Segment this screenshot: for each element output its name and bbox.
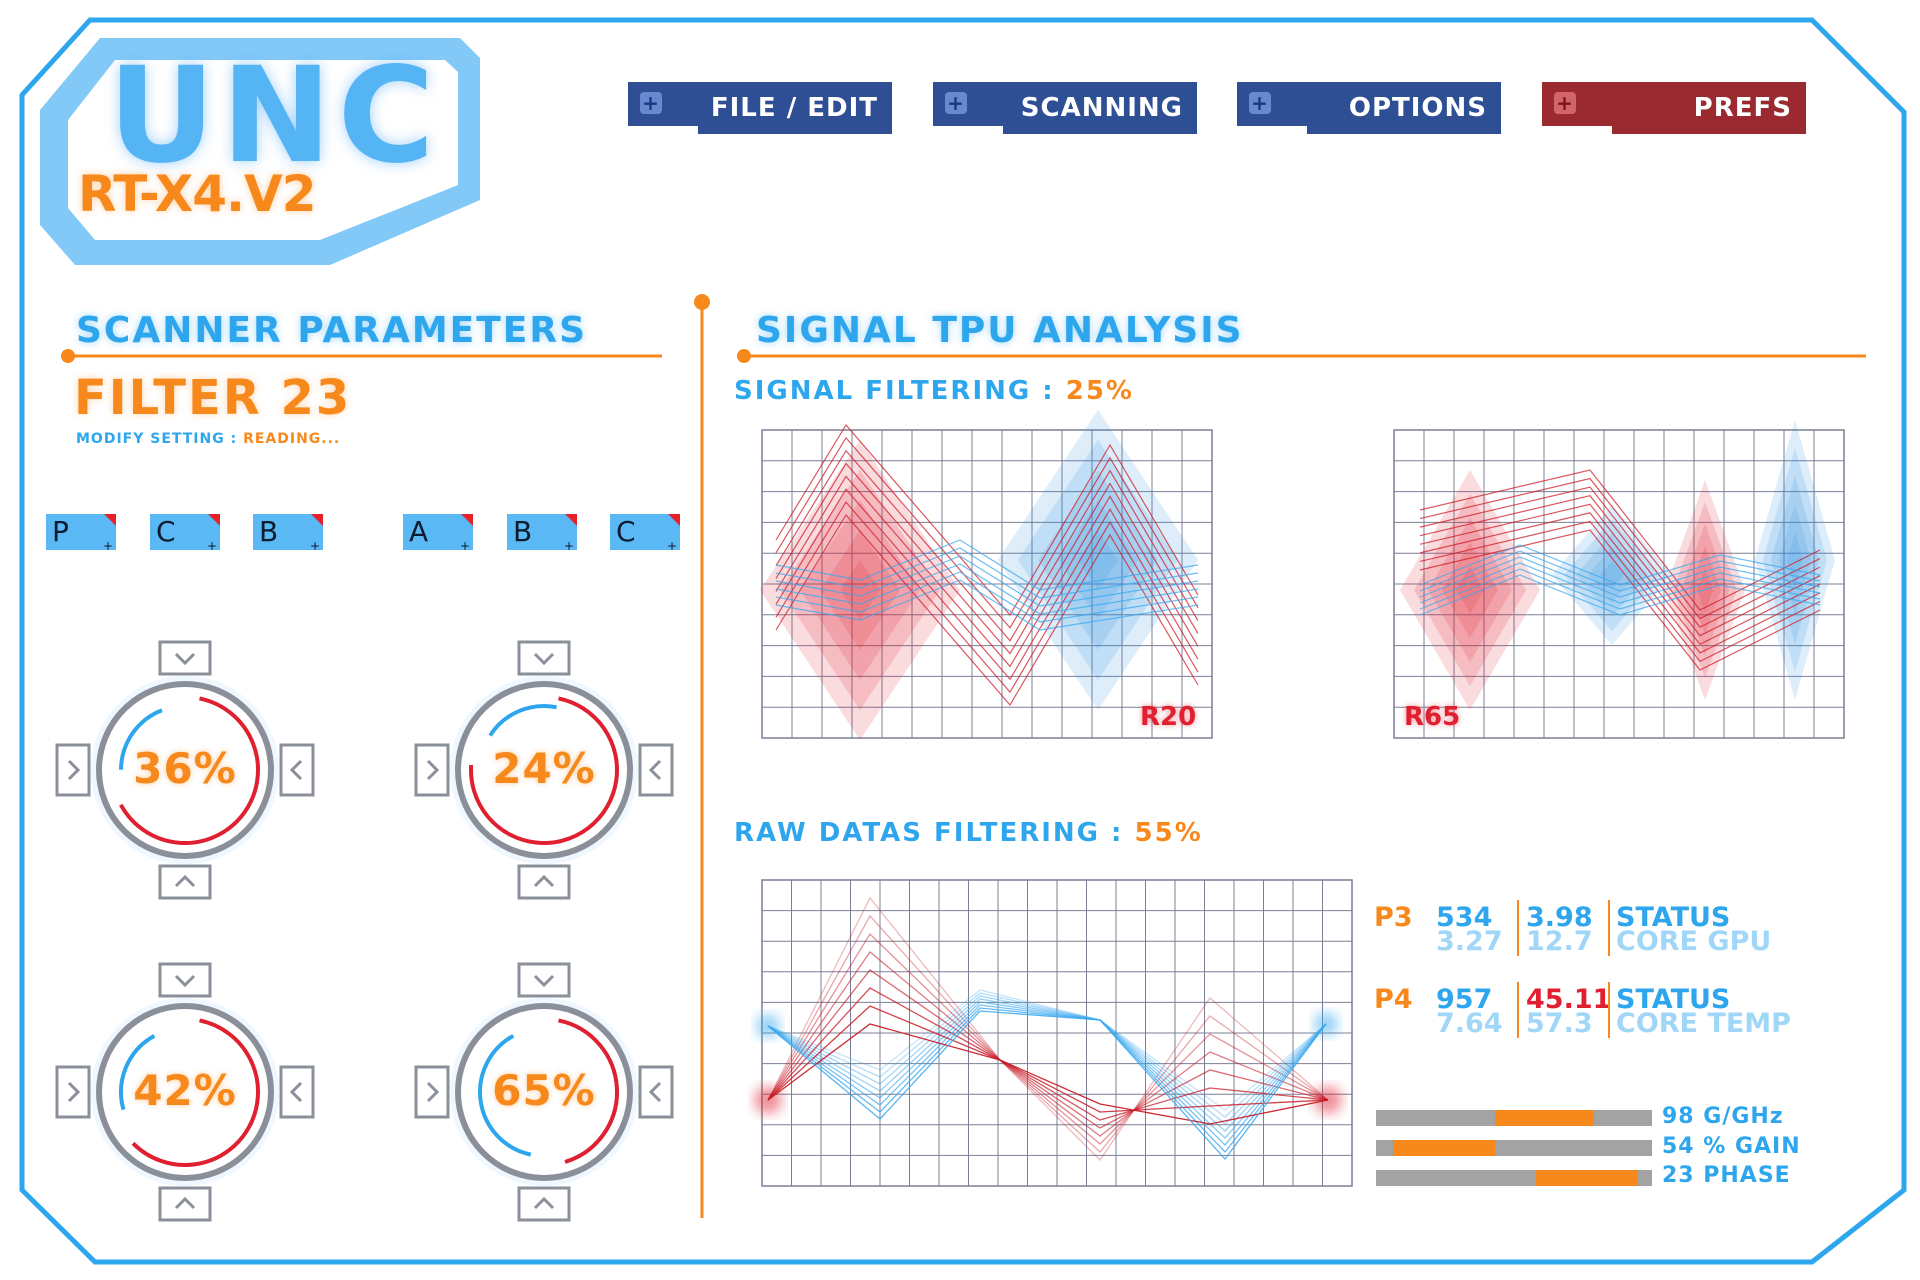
stat-id: P3 xyxy=(1374,902,1413,933)
stat-id: P4 xyxy=(1374,984,1413,1015)
stat-value-secondary: 7.64 xyxy=(1436,1008,1503,1039)
progress-fill xyxy=(1494,1110,1595,1126)
signal-charts xyxy=(754,410,1845,1187)
bar-label: 23 PHASE xyxy=(1662,1163,1791,1188)
chart-right-label: R65 xyxy=(1404,702,1461,732)
bar-label: 98 G/GHz xyxy=(1662,1104,1784,1129)
raw-data-chart xyxy=(754,879,1353,1187)
signal-chart-r65 xyxy=(1393,420,1845,739)
bar-label: 54 % GAIN xyxy=(1662,1134,1801,1159)
progress-bar xyxy=(1376,1140,1652,1156)
stat-value-secondary: 57.3 xyxy=(1526,1008,1593,1039)
progress-fill xyxy=(1536,1170,1639,1186)
progress-bar xyxy=(1376,1170,1652,1186)
chart-left-label: R20 xyxy=(1140,702,1197,732)
stat-value-secondary: 12.7 xyxy=(1526,926,1593,957)
stat-value-secondary: 3.27 xyxy=(1436,926,1503,957)
progress-bar xyxy=(1376,1110,1652,1126)
signal-chart-r20 xyxy=(760,410,1213,740)
stat-sub: CORE TEMP xyxy=(1616,1008,1791,1039)
progress-fill xyxy=(1392,1140,1495,1156)
stat-sub: CORE GPU xyxy=(1616,926,1772,957)
